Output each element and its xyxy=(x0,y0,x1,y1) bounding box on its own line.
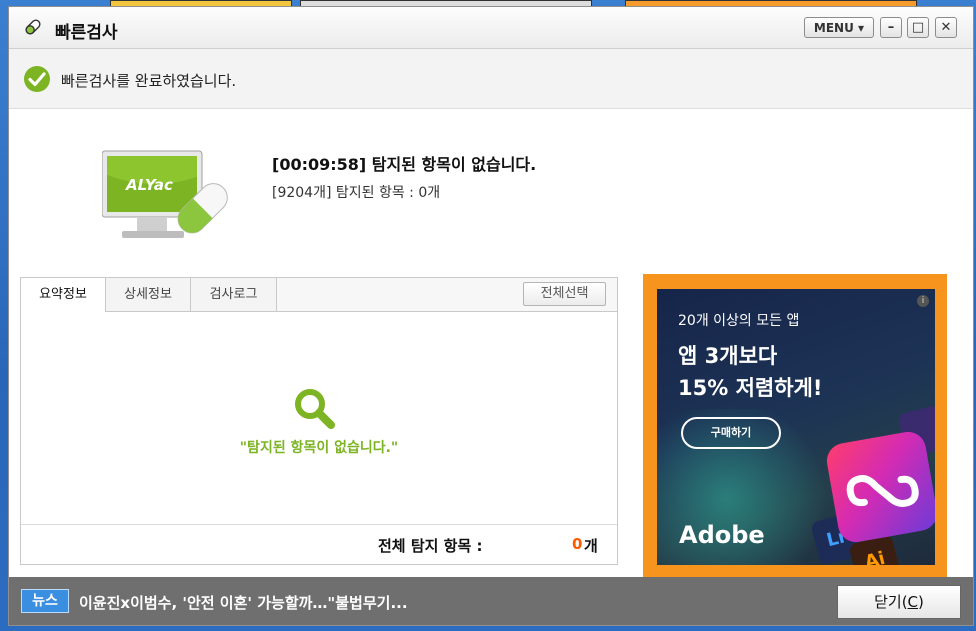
total-detected-label: 전체 탐지 항목 : xyxy=(378,537,483,555)
tab-details[interactable]: 상세정보 xyxy=(106,278,191,311)
close-button[interactable]: 닫기(C) xyxy=(837,585,961,619)
alyac-monitor-logo: ALYac xyxy=(102,150,228,238)
empty-result-message: "탐지된 항목이 없습니다." xyxy=(239,440,399,456)
result-panel: 요약정보 상세정보 검사로그 전체선택 "탐지된 항목이 없습니다." 전체 탐… xyxy=(20,277,618,565)
bottom-bar: 뉴스 이윤진x이범수, '안전 이혼' 가능할까…"불법무기... 닫기(C) xyxy=(9,577,973,625)
ad-headline-2: 앱 3개보다 xyxy=(678,344,778,368)
magnifier-icon xyxy=(295,389,335,429)
total-detected-unit: 개 xyxy=(584,537,598,555)
title-bar[interactable]: 빠른검사 MENU ▾ – □ ✕ xyxy=(9,7,973,49)
tab-scan-log[interactable]: 검사로그 xyxy=(191,278,277,311)
ad-info-icon[interactable]: i xyxy=(917,295,929,307)
minimize-button[interactable]: – xyxy=(880,17,902,38)
logo-text: ALYac xyxy=(125,176,173,194)
quick-scan-window: 빠른검사 MENU ▾ – □ ✕ 빠른검사를 완료하였습니다. ALYac [… xyxy=(8,6,974,626)
creative-cloud-logo-icon xyxy=(846,474,919,507)
pill-icon xyxy=(25,19,41,35)
ad-buy-button[interactable]: 구매하기 xyxy=(681,417,781,449)
tab-bar: 요약정보 상세정보 검사로그 전체선택 xyxy=(21,278,617,312)
news-headline-link[interactable]: 이윤진x이범수, '안전 이혼' 가능할까…"불법무기... xyxy=(79,592,408,613)
result-title: [00:09:58] 탐지된 항목이 없습니다. xyxy=(272,155,537,174)
summary-row: 전체 탐지 항목 : 0 개 xyxy=(21,524,617,565)
status-message: 빠른검사를 완료하였습니다. xyxy=(61,72,237,90)
maximize-button[interactable]: □ xyxy=(907,17,929,38)
ad-headline-3: 15% 저렴하게! xyxy=(678,376,823,400)
check-circle-icon xyxy=(24,66,50,92)
ad-brand-logo: Adobe xyxy=(679,521,765,549)
window-title: 빠른검사 xyxy=(55,23,118,43)
tab-summary[interactable]: 요약정보 xyxy=(21,278,106,312)
news-badge: 뉴스 xyxy=(21,589,69,613)
menu-button[interactable]: MENU ▾ xyxy=(804,17,874,38)
total-detected-count: 0 xyxy=(572,535,583,553)
close-window-button[interactable]: ✕ xyxy=(935,17,957,38)
select-all-button[interactable]: 전체선택 xyxy=(523,282,606,306)
result-subtitle: [9204개] 탐지된 항목 : 0개 xyxy=(272,185,441,201)
close-button-label-end: ) xyxy=(918,593,924,611)
creative-cloud-icon xyxy=(824,429,935,545)
close-button-label: 닫기( xyxy=(874,593,908,611)
ad-headline-1: 20개 이상의 모든 앱 xyxy=(678,313,800,329)
close-button-accelerator: C xyxy=(907,593,919,611)
adobe-ad-banner[interactable]: i 20개 이상의 모든 앱 앱 3개보다 15% 저렴하게! 구매하기 Lr … xyxy=(657,289,935,565)
status-strip: 빠른검사를 완료하였습니다. xyxy=(9,49,973,109)
